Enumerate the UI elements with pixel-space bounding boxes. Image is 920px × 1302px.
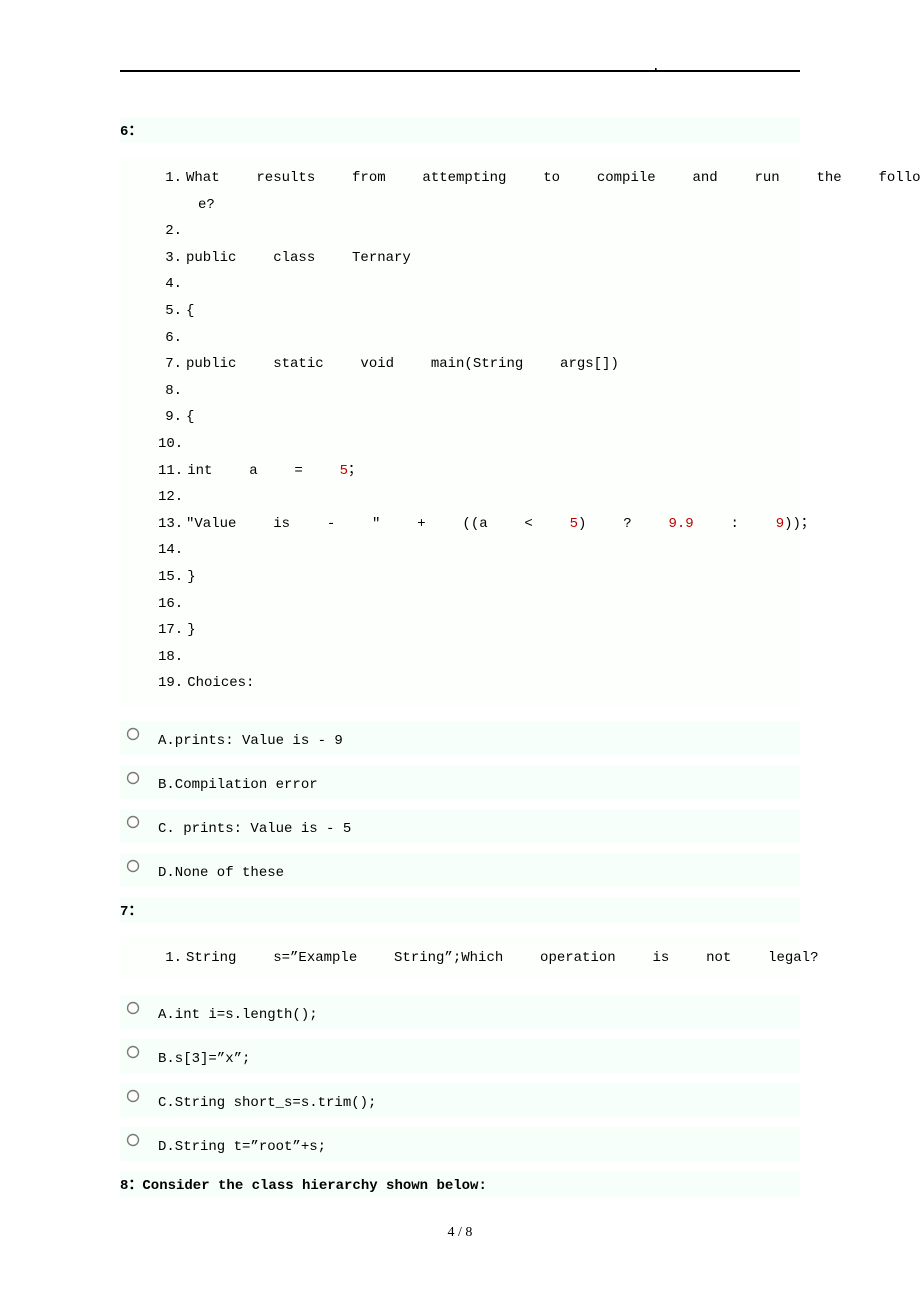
choice-text: C.String short_s=s.trim(); bbox=[158, 1089, 376, 1111]
code-text: } bbox=[187, 617, 195, 644]
line-num: 9. bbox=[158, 404, 182, 431]
line-num: 12. bbox=[158, 484, 183, 511]
top-divider bbox=[120, 70, 800, 72]
line-num: 16. bbox=[158, 591, 183, 618]
code-text: What results from attempting to compile … bbox=[186, 165, 920, 192]
radio-icon[interactable] bbox=[120, 855, 158, 873]
line-num: 17. bbox=[158, 617, 183, 644]
number-literal: 5 bbox=[570, 516, 578, 532]
page-footer: 4 / 8 bbox=[120, 1225, 800, 1241]
choice-text: A.prints: Value is - 9 bbox=[158, 727, 343, 749]
choice-b[interactable]: B.s[3]=”x”; bbox=[120, 1039, 800, 1073]
question-8-heading: 8：Consider the class hierarchy shown bel… bbox=[120, 1171, 800, 1197]
choice-text: D.String t=”root”+s; bbox=[158, 1133, 326, 1155]
code-text: public class Ternary bbox=[186, 245, 411, 272]
line-num: 15. bbox=[158, 564, 183, 591]
radio-icon[interactable] bbox=[120, 1085, 158, 1103]
code-text: { bbox=[186, 298, 194, 325]
radio-icon[interactable] bbox=[120, 767, 158, 785]
number-literal: 9.9 bbox=[668, 516, 693, 532]
page-container: 6： 1.What results from attempting to com… bbox=[0, 0, 920, 1281]
radio-icon[interactable] bbox=[120, 997, 158, 1015]
question-6-choices: A.prints: Value is - 9 B.Compilation err… bbox=[120, 721, 800, 887]
code-text: Choices: bbox=[187, 670, 254, 697]
line-num: 5. bbox=[158, 298, 182, 325]
code-text: { bbox=[186, 404, 194, 431]
choice-text: C. prints: Value is - 5 bbox=[158, 815, 351, 837]
line-num: 2. bbox=[158, 218, 182, 245]
line-num: 1. bbox=[158, 165, 182, 192]
number-literal: 5 bbox=[340, 463, 348, 479]
line-num: 19. bbox=[158, 670, 183, 697]
radio-icon[interactable] bbox=[120, 1129, 158, 1147]
choice-d[interactable]: D.None of these bbox=[120, 853, 800, 887]
line-num: 14. bbox=[158, 537, 183, 564]
question-7-code: 1.String s=”Example String”;Which operat… bbox=[120, 935, 800, 982]
code-text: public static void main(String args[]) bbox=[186, 351, 619, 378]
choice-a[interactable]: A.int i=s.length(); bbox=[120, 995, 800, 1029]
line-num: 13. bbox=[158, 511, 182, 538]
code-text: int a = 5； bbox=[187, 458, 362, 485]
code-text: e? bbox=[198, 192, 215, 219]
line-num: 1. bbox=[158, 945, 182, 972]
line-num: 7. bbox=[158, 351, 182, 378]
line-num: 6. bbox=[158, 325, 182, 352]
line-num: 18. bbox=[158, 644, 183, 671]
question-7-choices: A.int i=s.length(); B.s[3]=”x”; C.String… bbox=[120, 995, 800, 1161]
question-6-heading: 6： bbox=[120, 117, 800, 143]
choice-b[interactable]: B.Compilation error bbox=[120, 765, 800, 799]
choice-a[interactable]: A.prints: Value is - 9 bbox=[120, 721, 800, 755]
choice-text: A.int i=s.length(); bbox=[158, 1001, 318, 1023]
code-text: "Value is - " + ((a < 5) ? 9.9 : 9))； bbox=[186, 511, 815, 538]
choice-c[interactable]: C. prints: Value is - 5 bbox=[120, 809, 800, 843]
line-num: 10. bbox=[158, 431, 183, 458]
choice-text: D.None of these bbox=[158, 859, 284, 881]
question-6-code: 1.What results from attempting to compil… bbox=[120, 155, 800, 707]
line-num: 4. bbox=[158, 271, 182, 298]
number-literal: 9 bbox=[776, 516, 784, 532]
choice-text: B.s[3]=”x”; bbox=[158, 1045, 250, 1067]
code-text: } bbox=[187, 564, 195, 591]
question-7-heading: 7： bbox=[120, 897, 800, 923]
line-num: 11. bbox=[158, 458, 183, 485]
choice-d[interactable]: D.String t=”root”+s; bbox=[120, 1127, 800, 1161]
line-num: 3. bbox=[158, 245, 182, 272]
choice-c[interactable]: C.String short_s=s.trim(); bbox=[120, 1083, 800, 1117]
choice-text: B.Compilation error bbox=[158, 771, 318, 793]
radio-icon[interactable] bbox=[120, 723, 158, 741]
radio-icon[interactable] bbox=[120, 1041, 158, 1059]
code-text: String s=”Example String”;Which operatio… bbox=[186, 945, 818, 972]
radio-icon[interactable] bbox=[120, 811, 158, 829]
line-num: 8. bbox=[158, 378, 182, 405]
